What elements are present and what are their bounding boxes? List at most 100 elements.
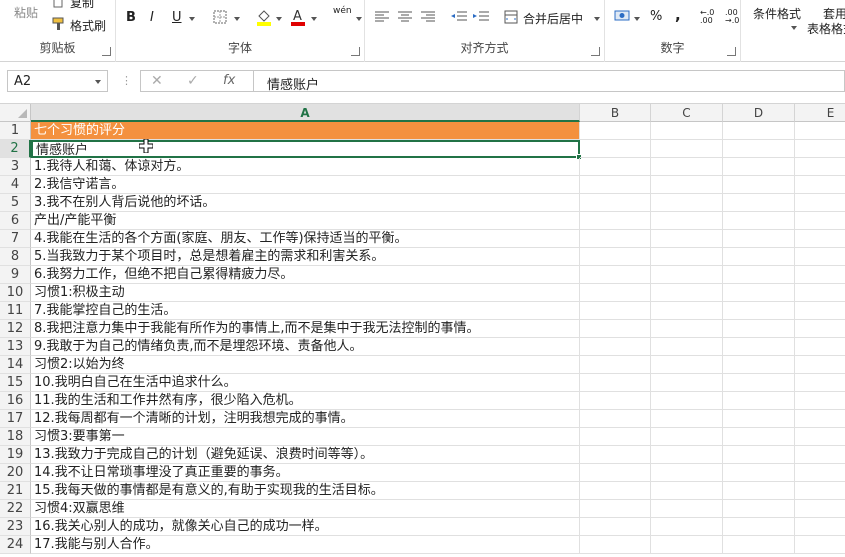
cell-a[interactable]: 11.我的生活和工作井然有序，很少陷入危机。 (31, 392, 580, 410)
merge-dropdown-icon[interactable] (594, 17, 600, 21)
cell-a[interactable]: 2.我信守诺言。 (31, 176, 580, 194)
underline-dropdown-icon[interactable] (189, 17, 195, 21)
align-left-icon[interactable] (375, 11, 389, 26)
borders-dropdown-icon[interactable] (234, 17, 240, 21)
cell-e[interactable] (795, 446, 845, 464)
row-header[interactable]: 7 (0, 230, 31, 248)
cell-d[interactable] (723, 374, 795, 392)
font-color-dropdown-icon[interactable] (311, 17, 317, 21)
cell-d[interactable] (723, 464, 795, 482)
cell-b[interactable] (580, 320, 651, 338)
cell-d[interactable] (723, 230, 795, 248)
row-header[interactable]: 22 (0, 500, 31, 518)
cell-a[interactable]: 9.我敢于为自己的情绪负责,而不是埋怨环境、责备他人。 (31, 338, 580, 356)
cell-b[interactable] (580, 374, 651, 392)
cell-e[interactable] (795, 536, 845, 554)
row-header[interactable]: 23 (0, 518, 31, 536)
cell-d[interactable] (723, 122, 795, 140)
cell-a[interactable]: 习惯2:以始为终 (31, 356, 580, 374)
cell-d[interactable] (723, 338, 795, 356)
cell-d[interactable] (723, 194, 795, 212)
clipboard-launcher-icon[interactable] (102, 47, 111, 56)
row-header[interactable]: 1 (0, 122, 31, 140)
cell-d[interactable] (723, 320, 795, 338)
cell-e[interactable] (795, 338, 845, 356)
enter-icon[interactable]: ✓ (187, 73, 199, 89)
cell-e[interactable] (795, 410, 845, 428)
cell-e[interactable] (795, 320, 845, 338)
align-center-icon[interactable] (398, 11, 412, 26)
row-header[interactable]: 5 (0, 194, 31, 212)
cell-e[interactable] (795, 194, 845, 212)
cell-b[interactable] (580, 140, 651, 158)
cell-d[interactable] (723, 212, 795, 230)
cell-b[interactable] (580, 212, 651, 230)
cell-c[interactable] (651, 140, 723, 158)
cell-e[interactable] (795, 428, 845, 446)
cell-a[interactable]: 习惯4:双赢思维 (31, 500, 580, 518)
cell-a[interactable]: 3.我不在别人背后说他的坏话。 (31, 194, 580, 212)
cell-d[interactable] (723, 266, 795, 284)
cell-d[interactable] (723, 482, 795, 500)
cell-b[interactable] (580, 284, 651, 302)
cell-d[interactable] (723, 284, 795, 302)
name-box-dropdown-icon[interactable] (95, 80, 101, 84)
copy-button[interactable]: 复制 (70, 0, 94, 11)
row-header[interactable]: 15 (0, 374, 31, 392)
cell-d[interactable] (723, 140, 795, 158)
cell-b[interactable] (580, 518, 651, 536)
row-header[interactable]: 24 (0, 536, 31, 554)
bold-button[interactable]: B (126, 10, 136, 25)
cell-a[interactable]: 16.我关心别人的成功，就像关心自己的成功一样。 (31, 518, 580, 536)
cell-c[interactable] (651, 122, 723, 140)
row-header[interactable]: 17 (0, 410, 31, 428)
column-header-e[interactable]: E (795, 104, 845, 122)
cell-e[interactable] (795, 158, 845, 176)
cell-e[interactable] (795, 176, 845, 194)
cell-d[interactable] (723, 176, 795, 194)
cell-c[interactable] (651, 266, 723, 284)
format-painter-button[interactable]: 格式刷 (70, 17, 106, 34)
cell-d[interactable] (723, 428, 795, 446)
cell-b[interactable] (580, 194, 651, 212)
cell-e[interactable] (795, 248, 845, 266)
phonetic-dropdown-icon[interactable] (356, 17, 362, 21)
cell-a[interactable]: 4.我能在生活的各个方面(家庭、朋友、工作等)保持适当的平衡。 (31, 230, 580, 248)
cell-c[interactable] (651, 446, 723, 464)
row-header[interactable]: 9 (0, 266, 31, 284)
cell-a[interactable]: 七个习惯的评分 (31, 122, 580, 140)
cell-b[interactable] (580, 392, 651, 410)
cell-c[interactable] (651, 320, 723, 338)
cell-b[interactable] (580, 176, 651, 194)
merge-center-button[interactable]: 合并后居中 (523, 10, 583, 27)
cell-c[interactable] (651, 302, 723, 320)
cell-e[interactable] (795, 374, 845, 392)
cell-c[interactable] (651, 158, 723, 176)
cell-a[interactable]: 习惯1:积极主动 (31, 284, 580, 302)
cell-b[interactable] (580, 248, 651, 266)
cell-c[interactable] (651, 428, 723, 446)
cell-b[interactable] (580, 356, 651, 374)
borders-icon[interactable] (213, 10, 227, 27)
cell-a[interactable]: 习惯3:要事第一 (31, 428, 580, 446)
cell-b[interactable] (580, 122, 651, 140)
cell-d[interactable] (723, 158, 795, 176)
insert-function-icon[interactable]: fx (223, 73, 235, 88)
cell-a[interactable]: 8.我把注意力集中于我能有所作为的事情上,而不是集中于我无法控制的事情。 (31, 320, 580, 338)
cell-b[interactable] (580, 158, 651, 176)
conditional-formatting-button[interactable]: 条件格式 (753, 5, 801, 22)
comma-button[interactable]: , (675, 6, 681, 24)
cell-b[interactable] (580, 302, 651, 320)
font-color-icon[interactable]: A (290, 8, 306, 29)
cell-c[interactable] (651, 212, 723, 230)
row-header[interactable]: 8 (0, 248, 31, 266)
cell-e[interactable] (795, 122, 845, 140)
row-header[interactable]: 12 (0, 320, 31, 338)
cell-e[interactable] (795, 464, 845, 482)
cell-d[interactable] (723, 392, 795, 410)
decrease-decimal-button[interactable]: .00 →.0 (725, 9, 741, 25)
row-header[interactable]: 14 (0, 356, 31, 374)
cell-e[interactable] (795, 356, 845, 374)
cell-d[interactable] (723, 500, 795, 518)
cell-a[interactable]: 5.当我致力于某个项目时，总是想着雇主的需求和利害关系。 (31, 248, 580, 266)
